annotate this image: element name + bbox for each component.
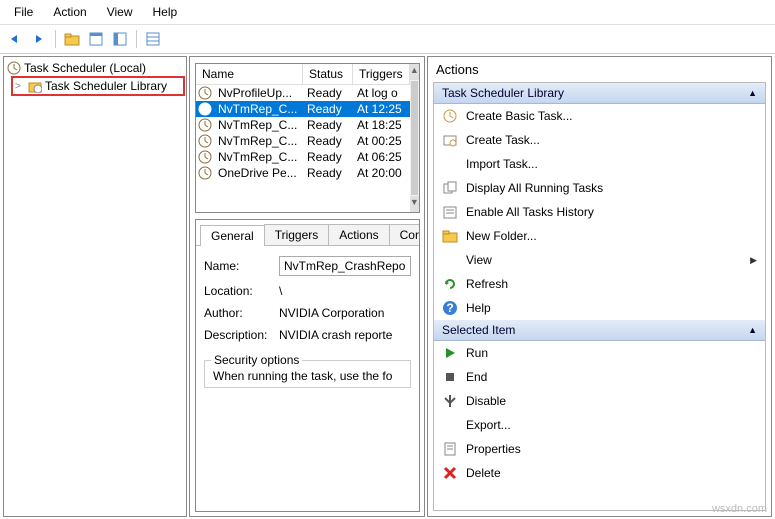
center-pane: Name Status Triggers NvProfileUp...Ready… <box>189 56 425 517</box>
toolbar <box>0 25 775 54</box>
view2-button[interactable] <box>109 28 131 50</box>
svg-text:?: ? <box>446 301 453 315</box>
table-row[interactable]: NvTmRep_C...ReadyAt 18:25 <box>196 117 410 133</box>
create-task-icon <box>442 132 458 148</box>
actions-lib-header[interactable]: Task Scheduler Library ▲ <box>434 83 765 104</box>
col-triggers[interactable]: Triggers <box>353 64 410 84</box>
import-icon <box>442 156 458 172</box>
tree-root[interactable]: Task Scheduler (Local) <box>5 60 185 76</box>
refresh-icon <box>442 276 458 292</box>
history-icon <box>442 204 458 220</box>
action-help[interactable]: ?Help <box>434 296 765 320</box>
tab-bar: General Triggers Actions Con ◄ ► <box>196 220 419 246</box>
view3-button[interactable] <box>142 28 164 50</box>
location-label: Location: <box>204 284 279 298</box>
action-create-basic-task[interactable]: Create Basic Task... <box>434 104 765 128</box>
table-row[interactable]: NvTmRep_C...ReadyAt 00:25 <box>196 133 410 149</box>
action-new-folder[interactable]: New Folder... <box>434 224 765 248</box>
action-end[interactable]: End <box>434 365 765 389</box>
folder-clock-icon <box>28 79 42 93</box>
table-row[interactable]: NvProfileUp...ReadyAt log o <box>196 85 410 101</box>
props-icon <box>442 441 458 457</box>
description-label: Description: <box>204 328 279 342</box>
action-run[interactable]: Run <box>434 341 765 365</box>
tree-library[interactable]: > Task Scheduler Library <box>11 76 185 96</box>
collapse-icon: ▲ <box>748 325 757 335</box>
folder-icon <box>442 228 458 244</box>
action-disable[interactable]: Disable <box>434 389 765 413</box>
action-import-task[interactable]: Import Task... <box>434 152 765 176</box>
submenu-arrow-icon: ▶ <box>750 255 757 266</box>
nav-back-button[interactable] <box>4 28 26 50</box>
scroll-up-icon[interactable]: ▲ <box>410 64 419 80</box>
action-properties[interactable]: Properties <box>434 437 765 461</box>
table-row[interactable]: NvTmRep_C...ReadyAt 12:25 <box>196 101 410 117</box>
action-create-task[interactable]: Create Task... <box>434 128 765 152</box>
scroll-down-icon[interactable]: ▼ <box>410 196 419 212</box>
table-row[interactable]: OneDrive Pe...ReadyAt 20:00 <box>196 165 410 181</box>
tab-general[interactable]: General <box>200 225 265 246</box>
clock-icon <box>7 61 21 75</box>
security-text: When running the task, use the fo <box>213 369 404 383</box>
action-delete[interactable]: Delete <box>434 461 765 485</box>
menu-action[interactable]: Action <box>43 2 96 22</box>
expander-icon[interactable]: > <box>15 81 25 92</box>
actions-title: Actions <box>428 57 771 82</box>
author-label: Author: <box>204 306 279 320</box>
action-export[interactable]: Export... <box>434 413 765 437</box>
name-label: Name: <box>204 259 279 273</box>
menubar: File Action View Help <box>0 0 775 25</box>
collapse-icon: ▲ <box>748 88 757 98</box>
menu-file[interactable]: File <box>4 2 43 22</box>
tab-conditions[interactable]: Con <box>389 224 420 245</box>
scroll-thumb[interactable] <box>411 81 418 195</box>
detail-pane: General Triggers Actions Con ◄ ► Name: N… <box>195 219 420 512</box>
view1-button[interactable] <box>85 28 107 50</box>
action-view[interactable]: View▶ <box>434 248 765 272</box>
help-icon: ? <box>442 300 458 316</box>
actions-pane: Actions Task Scheduler Library ▲ Create … <box>427 56 772 517</box>
action-refresh[interactable]: Refresh <box>434 272 765 296</box>
disable-icon <box>442 393 458 409</box>
col-name[interactable]: Name <box>196 64 303 84</box>
nav-forward-button[interactable] <box>28 28 50 50</box>
name-field[interactable]: NvTmRep_CrashRepo <box>279 256 411 276</box>
location-value: \ <box>279 284 411 298</box>
run-icon <box>442 345 458 361</box>
actions-sel-header[interactable]: Selected Item ▲ <box>434 320 765 341</box>
none-icon <box>442 252 458 268</box>
create-basic-icon <box>442 108 458 124</box>
security-legend: Security options <box>211 353 302 367</box>
menu-view[interactable]: View <box>97 2 143 22</box>
tab-body: Name: NvTmRep_CrashRepo Location: \ Auth… <box>196 246 419 511</box>
delete-icon <box>442 465 458 481</box>
task-list: Name Status Triggers NvProfileUp...Ready… <box>195 63 420 213</box>
folder-button[interactable] <box>61 28 83 50</box>
running-icon <box>442 180 458 196</box>
table-row[interactable]: NvTmRep_C...ReadyAt 06:25 <box>196 149 410 165</box>
menu-help[interactable]: Help <box>143 2 188 22</box>
watermark: wsxdn.com <box>712 503 767 515</box>
none-icon <box>442 417 458 433</box>
action-display-all-running-tasks[interactable]: Display All Running Tasks <box>434 176 765 200</box>
action-enable-all-tasks-history[interactable]: Enable All Tasks History <box>434 200 765 224</box>
end-icon <box>442 369 458 385</box>
tab-triggers[interactable]: Triggers <box>264 224 330 245</box>
author-value: NVIDIA Corporation <box>279 306 411 320</box>
tree-pane: Task Scheduler (Local) > Task Scheduler … <box>3 56 187 517</box>
list-scrollbar[interactable]: ▲ ▼ <box>410 64 419 212</box>
description-value: NVIDIA crash reporte <box>279 328 411 342</box>
list-header: Name Status Triggers <box>196 64 410 85</box>
security-group: Security options When running the task, … <box>204 360 411 388</box>
tab-actions[interactable]: Actions <box>328 224 389 245</box>
col-status[interactable]: Status <box>303 64 353 84</box>
